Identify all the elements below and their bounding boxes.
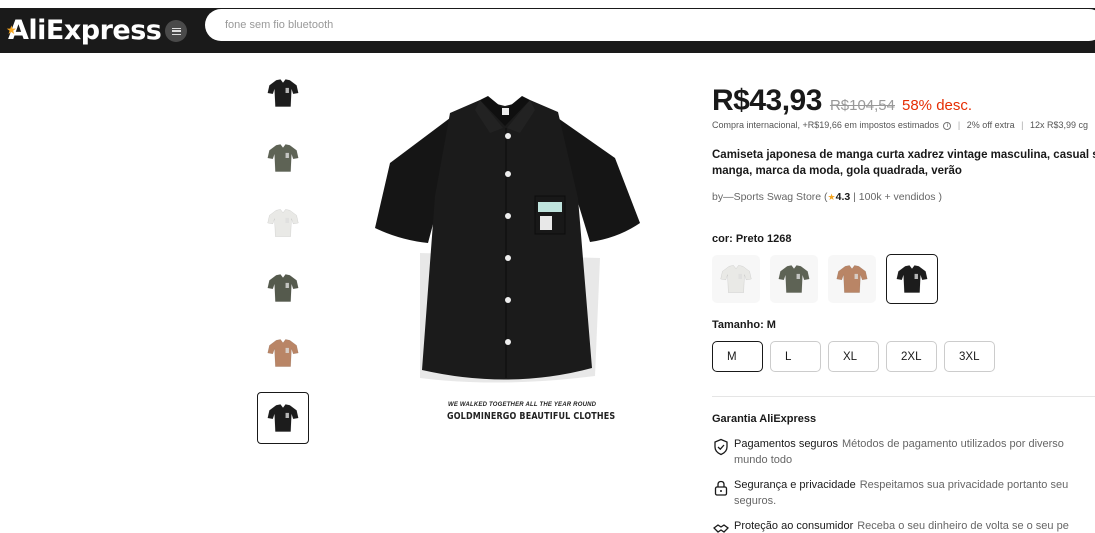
- thumbnail-brown[interactable]: [257, 327, 309, 379]
- guarantee-label: Segurança e privacidade: [734, 479, 856, 491]
- size-option-l[interactable]: L: [770, 341, 821, 372]
- aliexpress-logo[interactable]: ★ AliExpress: [6, 15, 162, 46]
- lock-icon: [712, 479, 730, 497]
- original-price: R$104,54: [829, 97, 895, 114]
- size-options: M L XL 2XL 3XL: [712, 341, 995, 372]
- installments: 12x R$3,99 cg: [1030, 120, 1089, 130]
- hamburger-icon: [171, 27, 181, 35]
- color-swatch-black[interactable]: [886, 254, 938, 304]
- info-icon[interactable]: i: [943, 121, 952, 130]
- guarantee-item: Segurança e privacidade Respeitamos sua p…: [712, 477, 1095, 509]
- store-info: by—Sports Swag Store (★4.3 | 100k + vend…: [712, 191, 942, 203]
- shield-check-icon: [712, 438, 730, 456]
- color-swatches: [712, 254, 938, 304]
- store-link[interactable]: by—Sports Swag Store (: [712, 191, 828, 203]
- thumbnail-black[interactable]: [257, 67, 309, 119]
- guarantee-desc: Respeitamos sua privacidade portanto seu: [859, 479, 1069, 491]
- tax-text: Compra internacional, +R$19,66 em impost…: [712, 120, 939, 130]
- discount-badge: 58% desc.: [902, 97, 973, 114]
- image-caption-small: WE WALKED TOGETHER ALL THE YEAR ROUND: [448, 402, 597, 408]
- price-row: R$43,93 R$104,54 58% desc.: [712, 84, 972, 118]
- size-option-2xl[interactable]: 2XL: [886, 341, 937, 372]
- shirt-illustration: [375, 96, 640, 383]
- guarantee-label: Pagamentos seguros: [734, 438, 838, 450]
- guarantee-item: Proteção ao consumidor Receba o seu dinhe…: [712, 518, 1095, 533]
- color-label: cor: Preto 1268: [712, 233, 792, 245]
- handshake-icon: [712, 520, 730, 533]
- guarantee-label: Proteção ao consumidor: [734, 520, 854, 532]
- thumbnail-green[interactable]: [257, 132, 309, 184]
- logo-text: AliExpress: [8, 15, 162, 46]
- thumbnail-dark-green[interactable]: [257, 262, 309, 314]
- search-input[interactable]: fone sem fio bluetooth: [205, 9, 1095, 41]
- extra-discount: 2% off extra: [966, 120, 1015, 130]
- guarantee-desc: Métodos de pagamento utilizados por dive…: [841, 438, 1064, 450]
- guarantee-desc-cont: mundo todo: [734, 454, 793, 466]
- size-label: Tamanho: M: [712, 319, 776, 331]
- thumbnail-white[interactable]: [257, 197, 309, 249]
- guarantee-desc: Receba o seu dinheiro de volta se o seu …: [857, 520, 1069, 532]
- menu-button[interactable]: [165, 20, 187, 42]
- rating-value: 4.3: [835, 191, 851, 203]
- site-header: ★ AliExpress fone sem fio bluetooth: [0, 8, 1095, 53]
- logo-star-icon: ★: [6, 23, 17, 37]
- current-price: R$43,93: [712, 84, 822, 117]
- guarantee-item: Pagamentos seguros Métodos de pagamento u…: [712, 436, 1095, 468]
- divider: [712, 396, 1095, 397]
- guarantee-title: Garantia AliExpress: [712, 413, 817, 425]
- color-swatch-brown[interactable]: [828, 255, 876, 303]
- image-caption-brand: GOLDMINERGO BEAUTIFUL CLOTHES: [447, 411, 616, 422]
- color-swatch-white[interactable]: [712, 255, 760, 303]
- guarantee-desc-cont: seguros.: [734, 495, 777, 507]
- main-product-image[interactable]: [360, 78, 650, 438]
- size-option-3xl[interactable]: 3XL: [944, 341, 995, 372]
- tax-info: Compra internacional, +R$19,66 em impost…: [712, 120, 1089, 130]
- thumbnail-list: [257, 67, 309, 457]
- thumbnail-black-selected[interactable]: [257, 392, 309, 444]
- size-option-m[interactable]: M: [712, 341, 763, 372]
- search-placeholder: fone sem fio bluetooth: [225, 19, 334, 31]
- product-title: Camiseta japonesa de manga curta xadrez …: [712, 149, 1095, 177]
- sold-count: | 100k + vendidos ): [850, 191, 942, 203]
- rating-star-icon: ★: [827, 192, 836, 202]
- color-swatch-green[interactable]: [770, 255, 818, 303]
- size-option-xl[interactable]: XL: [828, 341, 879, 372]
